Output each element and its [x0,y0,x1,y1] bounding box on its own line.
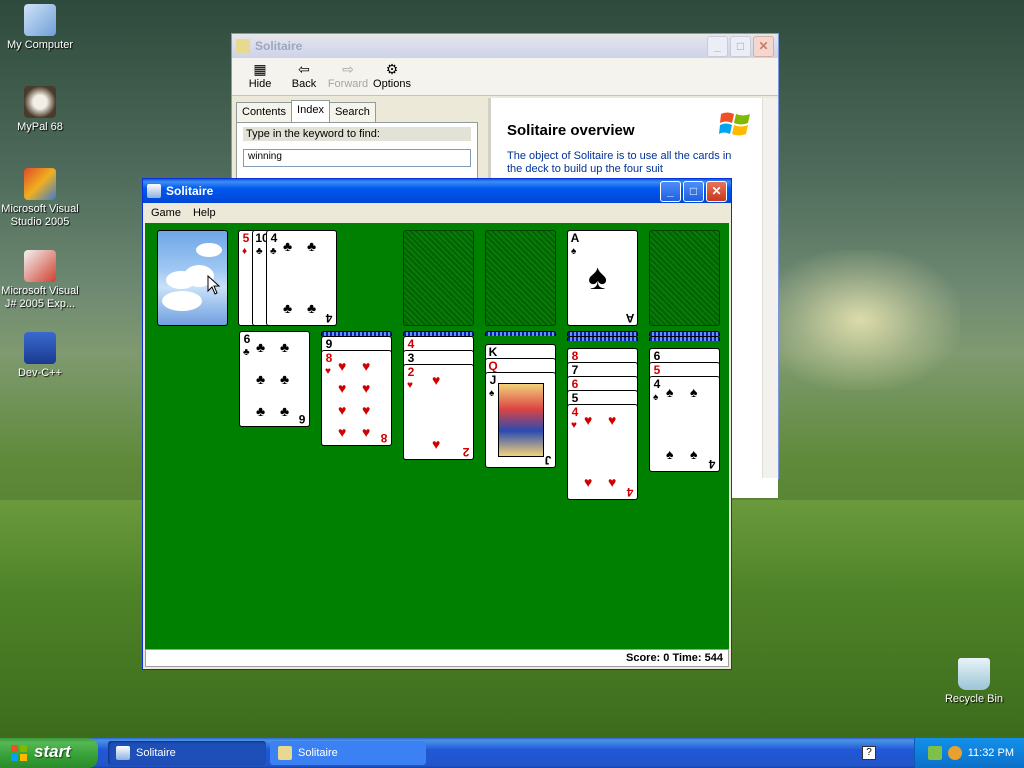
dev-cpp-icon [24,332,56,364]
desktop-icon-mypal[interactable]: MyPal 68 [0,86,80,134]
desktop-icon-recycle-bin[interactable]: Recycle Bin [934,658,1014,706]
solitaire-menubar: Game Help [143,203,731,223]
minimize-button[interactable]: _ [707,35,728,57]
taskbar-button-solitaire[interactable]: Solitaire [108,741,266,765]
topic-heading: Solitaire overview [507,122,635,139]
solitaire-app-icon [116,746,130,760]
forward-button[interactable]: ⇨ Forward [326,60,370,90]
hide-button[interactable]: ▦ Hide [238,60,282,90]
desktop-icon-label: My Computer [6,39,74,51]
taskbar-button-solitaire-help[interactable]: Solitaire [270,741,426,765]
close-button[interactable]: ✕ [753,35,774,57]
desktop-icon-visual-studio[interactable]: Microsoft Visual Studio 2005 [0,168,80,229]
mouse-pointer-icon [207,275,221,295]
windows-logo-icon [11,745,27,761]
card-rank: 5 [242,231,250,245]
desktop-icon-label: MyPal 68 [17,121,63,133]
mypal-icon [24,86,56,118]
topic-body-text: The object of Solitaire is to use all th… [507,150,732,175]
wallpaper-sky-glow [760,250,960,390]
taskbar: start Solitaire Solitaire ? 11:32 PM [0,738,1024,768]
desktop-icon-dev-cpp[interactable]: Dev-C++ [0,332,80,380]
forward-arrow-icon: ⇨ [342,61,354,77]
tab-index[interactable]: Index [291,100,330,122]
tableau-card[interactable]: 6 ♣ ♣ ♣ ♣ ♣ ♣ ♣ 6 [239,331,310,427]
maximize-button[interactable]: □ [683,180,704,202]
tab-contents[interactable]: Contents [236,102,293,122]
card-suit: ♠ [571,246,577,257]
options-button[interactable]: ⚙ Options [370,60,414,90]
visual-studio-icon [24,168,56,200]
desktop-icon-label: Dev-C++ [17,367,63,379]
menu-game[interactable]: Game [145,207,187,219]
options-icon: ⚙ [385,61,399,77]
tableau-card[interactable]: J ♠ J [485,372,556,468]
desktop-icon-label: Recycle Bin [944,693,1004,705]
card-suit: ♣ [256,246,263,257]
help-tray-icon[interactable]: ? [862,746,876,760]
tableau-card[interactable]: 4 ♠ ♠ ♠ ♠ ♠ 4 [649,376,720,472]
tableau-card[interactable]: 2 ♥ ♥ ♥ 2 [403,364,474,460]
tableau-card[interactable]: 8 ♥ ♥ ♥ ♥ ♥ ♥ ♥ ♥ ♥ 8 [321,350,392,446]
spade-center-icon: ♠ [588,256,608,297]
desktop-icon-visual-jsharp[interactable]: Microsoft Visual J# 2005 Exp... [0,250,80,311]
topic-scrollbar[interactable] [762,98,778,478]
desktop-icon-label: Microsoft Visual J# 2005 Exp... [1,285,79,310]
back-button[interactable]: ⇦ Back [282,60,326,90]
solitaire-window-title: Solitaire [166,184,214,198]
waste-card-top[interactable]: 4 ♣ ♣ ♣ ♣ ♣ 4 [266,230,337,326]
desktop-icon-label: Microsoft Visual Studio 2005 [1,203,79,228]
help-titlebar[interactable]: Solitaire _ □ ✕ [232,34,778,58]
tab-search[interactable]: Search [328,102,376,122]
start-label: start [34,742,71,761]
face-down-card [567,336,638,341]
help-toolbar: ▦ Hide ⇦ Back ⇨ Forward ⚙ Options [232,58,778,96]
help-question-icon [236,39,250,53]
face-down-card [649,336,720,341]
card-suit: ♣ [270,246,277,257]
foundation-slot-1[interactable] [403,230,474,326]
game-table: 5 ♦ 10 ♣ 4 ♣ ♣ ♣ ♣ ♣ 4 A ♠ ♠ A 6 ♣ ♣ ♣ ♣… [145,223,729,650]
help-question-icon [278,746,292,760]
network-icon[interactable] [927,746,942,760]
help-tabs: Contents Index Search [236,100,478,122]
recycle-bin-icon [958,658,990,690]
card-suit: ♦ [242,246,248,257]
help-window-title: Solitaire [255,39,303,53]
clock: 11:32 PM [967,747,1014,759]
menu-help[interactable]: Help [187,207,222,219]
hide-icon: ▦ [253,61,267,77]
maximize-button[interactable]: □ [730,35,751,57]
jack-portrait-icon [498,383,544,457]
my-computer-icon [24,4,56,36]
start-button[interactable]: start [0,738,98,768]
status-bar: Score: 0 Time: 544 [145,649,729,667]
foundation-slot-2[interactable] [485,230,556,326]
card-rank: 4 [270,231,278,245]
search-icon[interactable] [947,746,962,760]
system-tray: 11:32 PM [914,738,1024,768]
desktop-icon-my-computer[interactable]: My Computer [0,4,80,52]
minimize-button[interactable]: _ [660,180,681,202]
card-rank: A [570,231,580,245]
foundation-slot-3[interactable]: A ♠ ♠ A [567,230,638,326]
keyword-input[interactable]: winning [243,149,471,167]
back-arrow-icon: ⇦ [298,61,310,77]
visual-jsharp-icon [24,250,56,282]
tableau-card[interactable]: 4 ♥ ♥ ♥ ♥ ♥ 4 [567,404,638,500]
keyword-label: Type in the keyword to find: [243,127,471,141]
solitaire-window[interactable]: Solitaire _ □ ✕ Game Help 5 ♦ 10 ♣ 4 ♣ ♣… [142,178,732,670]
solitaire-app-icon [147,184,161,198]
face-down-card [485,331,556,336]
solitaire-titlebar[interactable]: Solitaire _ □ ✕ [143,179,731,203]
close-button[interactable]: ✕ [706,180,727,202]
foundation-slot-4[interactable] [649,230,720,326]
windows-logo-icon [719,112,750,136]
